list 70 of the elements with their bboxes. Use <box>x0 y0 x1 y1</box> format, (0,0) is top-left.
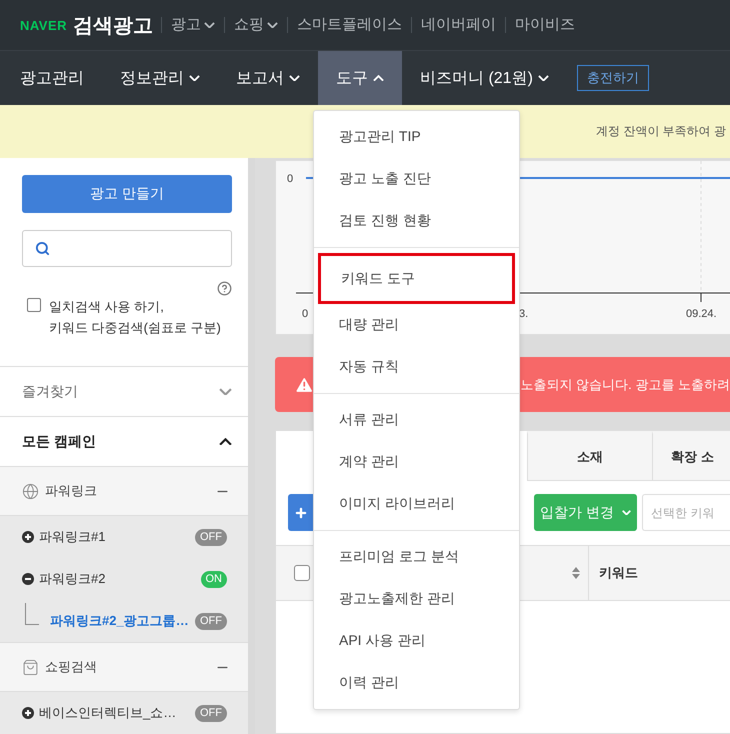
menu-item[interactable]: API 사용 관리 <box>314 620 519 662</box>
campaign-item[interactable]: 베이스인터렉티브_쇼… <box>39 704 190 722</box>
axis-label: 0 <box>302 308 308 320</box>
tab[interactable]: 소재 <box>527 431 652 481</box>
axis-label: 3. <box>519 308 528 320</box>
bag-icon <box>22 658 39 676</box>
chevron-down-icon <box>189 74 200 82</box>
menu-item[interactable]: 광고관리 TIP <box>314 116 519 158</box>
plus-icon <box>294 506 308 520</box>
campaign-item[interactable]: 파워링크#2 <box>39 570 196 588</box>
header-link[interactable]: 광고 <box>161 17 224 33</box>
keyword-input[interactable]: 선택한 키워 <box>642 494 730 531</box>
header-link[interactable]: 쇼핑 <box>224 17 288 33</box>
campaign-item[interactable]: 파워링크#1 <box>39 528 190 546</box>
create-ad-button[interactable]: 광고 만들기 <box>22 175 232 213</box>
menu-item[interactable]: 광고노출제한 관리 <box>314 578 519 620</box>
campaign-type-row[interactable]: 쇼핑검색 <box>0 642 248 692</box>
axis-label: 0 <box>287 173 294 185</box>
chevron-up-icon <box>373 74 384 82</box>
help-icon[interactable] <box>217 281 232 296</box>
globe-icon <box>22 482 39 500</box>
brand-logo[interactable]: NAVER <box>20 18 68 32</box>
search-icon <box>35 241 50 256</box>
expand-icon[interactable] <box>22 531 34 543</box>
chevron-down-icon <box>289 74 300 82</box>
chevron-down-icon <box>204 22 216 28</box>
scrollbar[interactable] <box>248 158 255 734</box>
header-link[interactable]: 네이버페이 <box>411 17 506 33</box>
axis-label: 09.24. <box>686 308 717 320</box>
chevron-down-icon <box>622 510 631 516</box>
expand-icon[interactable] <box>22 707 34 719</box>
select-all-checkbox[interactable] <box>294 565 310 581</box>
menu-item[interactable]: 검토 진행 현황 <box>314 200 519 242</box>
add-button[interactable] <box>288 494 314 531</box>
column-header[interactable]: 키워드 <box>599 564 638 582</box>
campaign-type-label: 파워링크 <box>45 482 98 500</box>
nav-item[interactable]: 도구 <box>318 51 402 105</box>
alert-text: 노출되지 않습니다. 광고를 노출하려 <box>520 376 730 394</box>
nav-item[interactable]: 보고서 <box>218 51 318 105</box>
chevron-down-icon <box>267 22 278 28</box>
checkbox-label: 일치검색 사용 하기, 키워드 다중검색(쉼표로 구분) <box>49 298 221 337</box>
header-link[interactable]: 스마트플레이스 <box>287 17 412 33</box>
menu-item[interactable]: 광고 노출 진단 <box>314 158 519 200</box>
menu-item[interactable]: 계약 관리 <box>314 441 519 483</box>
campaign-type-row[interactable]: 파워링크 <box>0 466 248 516</box>
sort-icon[interactable] <box>572 567 580 579</box>
menu-item[interactable]: 서류 관리 <box>314 399 519 441</box>
ad-group-item[interactable]: 파워링크#2_광고그룹… <box>50 612 190 630</box>
notice-text: 계정 잔액이 부족하여 광 <box>596 123 726 140</box>
nav-item[interactable]: 비즈머니 (21원) <box>402 51 567 105</box>
menu-item[interactable]: 키워드 도구 <box>318 253 515 304</box>
chevron-down-icon <box>219 388 232 396</box>
chevron-down-icon <box>538 74 549 82</box>
menu-item[interactable]: 자동 규칙 <box>314 346 519 388</box>
nav-item[interactable]: 광고관리 <box>2 51 102 105</box>
tab[interactable]: 확장 소 <box>652 431 730 481</box>
header-link[interactable]: 마이비즈 <box>505 17 584 33</box>
collapse-icon[interactable] <box>22 573 34 585</box>
menu-item[interactable]: 프리미엄 로그 분석 <box>314 536 519 578</box>
campaign-type-label: 쇼핑검색 <box>45 658 98 676</box>
chevron-up-icon <box>219 438 232 446</box>
nav-item[interactable]: 정보관리 <box>102 51 218 105</box>
site-title[interactable]: 검색광고 <box>73 12 154 38</box>
checkbox[interactable] <box>27 298 41 312</box>
menu-item[interactable]: 대량 관리 <box>314 304 519 346</box>
charge-button[interactable]: 충전하기 <box>576 65 649 91</box>
search-field[interactable] <box>22 230 232 267</box>
tree-connector <box>25 603 39 625</box>
menu-item[interactable]: 이미지 라이브러리 <box>314 483 519 525</box>
menu-item[interactable]: 이력 관리 <box>314 662 519 704</box>
